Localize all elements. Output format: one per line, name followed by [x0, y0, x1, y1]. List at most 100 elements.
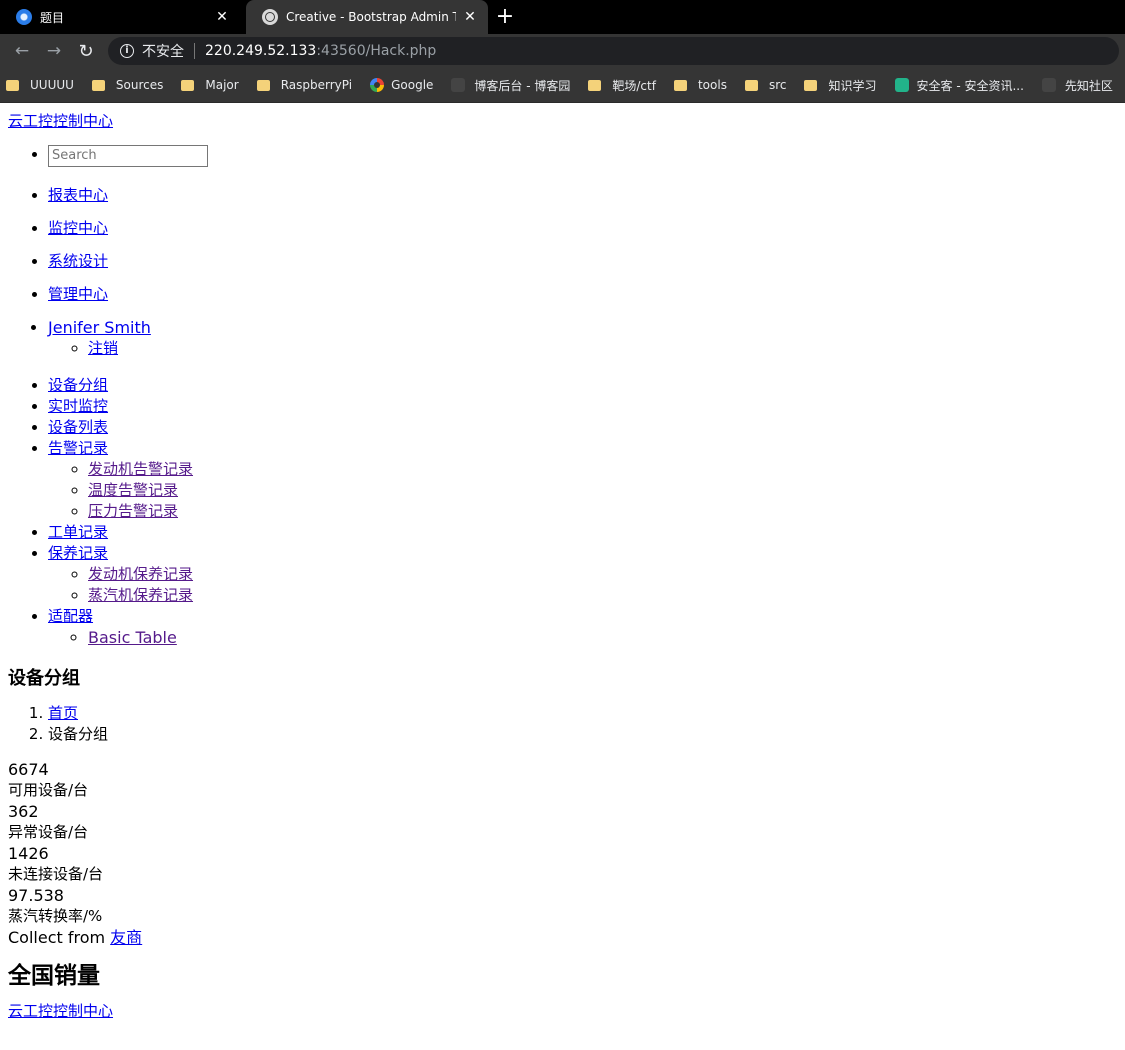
- folder-icon: [744, 79, 758, 91]
- bookmark-label: tools: [697, 78, 727, 92]
- google-icon: [370, 78, 385, 92]
- temperature-alarm-link[interactable]: 温度告警记录: [88, 481, 178, 499]
- stat-label-abnormal: 异常设备/台: [8, 822, 89, 841]
- alarms-submenu: 发动机告警记录 温度告警记录 压力告警记录: [48, 459, 1117, 522]
- stat-value-disconnected: 1426: [8, 843, 49, 863]
- stat-value-abnormal: 362: [8, 801, 39, 821]
- sidebar-link-realtime[interactable]: 实时监控: [48, 397, 108, 415]
- browser-tab-2[interactable]: Creative - Bootstrap Admin Template ✕: [246, 0, 488, 34]
- folder-icon: [588, 79, 602, 91]
- collect-source-link[interactable]: 友商: [110, 928, 142, 947]
- tab-close-icon[interactable]: ✕: [214, 9, 230, 25]
- bookmark-label: 安全客 - 安全资讯...: [916, 78, 1024, 93]
- user-menu-item: 注销: [88, 338, 1117, 359]
- search-item: [48, 144, 1117, 167]
- bookmark-folder[interactable]: Sources: [91, 78, 164, 92]
- browser-tab-1[interactable]: 题目 ✕: [0, 0, 240, 34]
- engine-maintenance-link[interactable]: 发动机保养记录: [88, 565, 193, 583]
- folder-icon: [6, 79, 19, 91]
- bookmark-folder[interactable]: 靶场/ctf: [588, 77, 656, 94]
- bookmark-label: src: [768, 78, 787, 92]
- pressure-alarm-link[interactable]: 压力告警记录: [88, 502, 178, 520]
- search-input[interactable]: [48, 144, 208, 167]
- bookmark-label: UUUUU: [30, 78, 74, 92]
- bookmarks-bar: UUUUU Sources Major RaspberryPi Google 博…: [0, 68, 1125, 103]
- back-arrow-icon[interactable]: ←: [6, 41, 38, 61]
- topnav-link-admin[interactable]: 管理中心: [48, 285, 108, 303]
- folder-icon: [256, 79, 270, 91]
- divider: [194, 43, 195, 59]
- submenu-item: 发动机保养记录: [88, 564, 1117, 585]
- steam-maintenance-link[interactable]: 蒸汽机保养记录: [88, 586, 193, 604]
- bookmark-cnblogs[interactable]: 博客后台 - 博客园: [451, 77, 570, 94]
- breadcrumb-home-link[interactable]: 首页: [48, 704, 78, 722]
- bookmark-folder[interactable]: src: [744, 78, 787, 92]
- anquanke-icon: [894, 78, 909, 92]
- stat-label-steam-rate: 蒸汽转换率/%: [8, 906, 103, 925]
- basic-table-link[interactable]: Basic Table: [88, 628, 177, 647]
- security-label[interactable]: 不安全: [142, 41, 184, 61]
- tab-title: Creative - Bootstrap Admin Template: [286, 10, 456, 24]
- site-favicon-icon: [16, 9, 32, 25]
- address-bar[interactable]: i 不安全 220.249.52.133:43560/Hack.php: [108, 37, 1119, 65]
- bookmark-anquanke[interactable]: 安全客 - 安全资讯...: [894, 77, 1024, 94]
- new-tab-button[interactable]: +: [488, 0, 522, 34]
- submenu-item: 温度告警记录: [88, 480, 1117, 501]
- sidebar-link-adapter[interactable]: 适配器: [48, 607, 93, 625]
- top-nav: 报表中心 监控中心 系统设计 管理中心 Jenifer Smith 注销: [8, 185, 1117, 359]
- stat-value-available: 6674: [8, 759, 49, 779]
- topnav-item-monitor: 监控中心: [48, 218, 1117, 239]
- url-host[interactable]: 220.249.52.133: [205, 43, 316, 59]
- url-path[interactable]: :43560/Hack.php: [316, 43, 436, 59]
- user-dropdown: 注销: [48, 338, 1117, 359]
- globe-icon: [262, 9, 278, 25]
- bookmark-folder[interactable]: 知识学习: [804, 77, 877, 94]
- info-icon[interactable]: i: [120, 44, 134, 58]
- sidebar-item-adapter: 适配器 Basic Table: [48, 606, 1117, 648]
- tab-close-icon[interactable]: ✕: [462, 9, 478, 25]
- bookmark-label: RaspberryPi: [280, 78, 353, 92]
- engine-alarm-link[interactable]: 发动机告警记录: [88, 460, 193, 478]
- topnav-item-reports: 报表中心: [48, 185, 1117, 206]
- folder-icon: [673, 79, 687, 91]
- bookmark-label: 知识学习: [828, 78, 877, 93]
- stat-label-available: 可用设备/台: [8, 780, 89, 799]
- sidebar-link-work-orders[interactable]: 工单记录: [48, 523, 108, 541]
- sidebar-link-device-list[interactable]: 设备列表: [48, 418, 108, 436]
- collect-line: Collect from 友商: [8, 927, 1117, 948]
- stats-panel: 6674 可用设备/台 362 异常设备/台 1426 未连接设备/台 97.5…: [8, 759, 1117, 927]
- bookmark-google[interactable]: Google: [370, 78, 433, 92]
- reload-icon[interactable]: ↻: [70, 41, 102, 62]
- submenu-item: 发动机告警记录: [88, 459, 1117, 480]
- user-name-link[interactable]: Jenifer Smith: [48, 318, 151, 337]
- bookmark-label: 先知社区: [1064, 78, 1113, 93]
- bookmark-label: Google: [391, 78, 434, 92]
- topnav-item-admin: 管理中心: [48, 284, 1117, 305]
- maintenance-submenu: 发动机保养记录 蒸汽机保养记录: [48, 564, 1117, 606]
- sidebar-link-group[interactable]: 设备分组: [48, 376, 108, 394]
- sidebar-link-maintenance[interactable]: 保养记录: [48, 544, 108, 562]
- logout-link[interactable]: 注销: [88, 339, 118, 357]
- search-list: [8, 144, 1117, 167]
- bookmark-label: 靶场/ctf: [612, 78, 656, 93]
- breadcrumb-item-current: 设备分组: [48, 724, 1117, 745]
- topnav-link-monitor[interactable]: 监控中心: [48, 219, 108, 237]
- bookmark-folder[interactable]: tools: [673, 78, 727, 92]
- sidebar-link-alarms[interactable]: 告警记录: [48, 439, 108, 457]
- sidebar-item-device-list: 设备列表: [48, 417, 1117, 438]
- bookmark-label: Sources: [115, 78, 164, 92]
- footer-brand-link[interactable]: 云工控控制中心: [8, 1002, 113, 1020]
- adapter-submenu: Basic Table: [48, 627, 1117, 648]
- bookmark-label: Major: [205, 78, 239, 92]
- topnav-link-design[interactable]: 系统设计: [48, 252, 108, 270]
- forward-arrow-icon[interactable]: →: [38, 41, 70, 61]
- topnav-link-reports[interactable]: 报表中心: [48, 186, 108, 204]
- bookmark-xianzhi[interactable]: 先知社区: [1041, 77, 1113, 94]
- stat-value-steam-rate: 97.538: [8, 885, 64, 905]
- bookmark-folder[interactable]: RaspberryPi: [256, 78, 353, 92]
- bookmark-folder[interactable]: UUUUU: [6, 78, 74, 92]
- browser-tabstrip: 题目 ✕ Creative - Bootstrap Admin Template…: [0, 0, 1125, 34]
- sidebar-item-realtime: 实时监控: [48, 396, 1117, 417]
- brand-link[interactable]: 云工控控制中心: [8, 111, 113, 132]
- bookmark-folder[interactable]: Major: [181, 78, 239, 92]
